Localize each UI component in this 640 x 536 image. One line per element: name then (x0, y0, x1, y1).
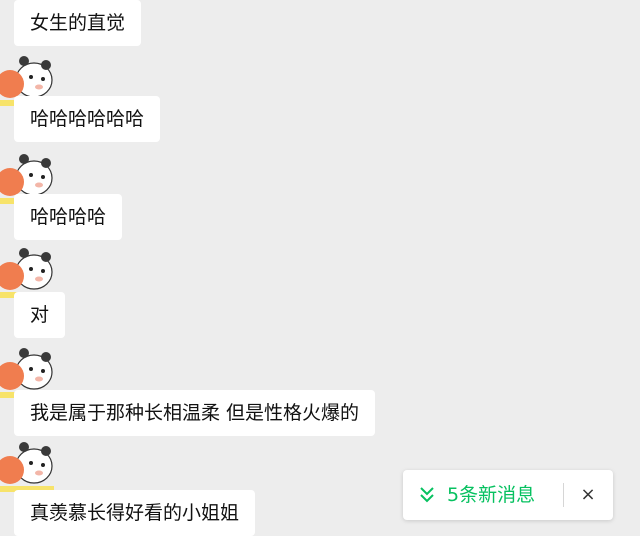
avatar[interactable] (0, 438, 54, 492)
new-messages-toast[interactable]: 5条新消息 × (403, 470, 613, 520)
message-bubble[interactable]: 我是属于那种长相温柔 但是性格火爆的 (14, 390, 376, 436)
message-bubble[interactable]: 哈哈哈哈哈哈 (14, 96, 161, 142)
message-bubble[interactable]: 真羡慕长得好看的小姐姐 (14, 490, 256, 536)
double-chevron-down-icon[interactable] (417, 484, 437, 506)
new-messages-label[interactable]: 5条新消息 (447, 470, 535, 520)
panda-avatar-icon (0, 248, 54, 298)
close-button[interactable]: × (575, 482, 601, 508)
message-bubble[interactable]: 女生的直觉 (14, 0, 142, 46)
message-bubble[interactable]: 哈哈哈哈 (14, 194, 123, 240)
panda-avatar-icon (0, 442, 54, 492)
divider (563, 483, 564, 507)
message-bubble[interactable]: 对 (14, 292, 66, 338)
chat-area: 女生的直觉 哈哈哈哈哈哈 哈哈哈哈 对 我是属于那种长相温柔 但是性格火爆的 真… (0, 0, 640, 536)
avatar[interactable] (0, 244, 54, 298)
